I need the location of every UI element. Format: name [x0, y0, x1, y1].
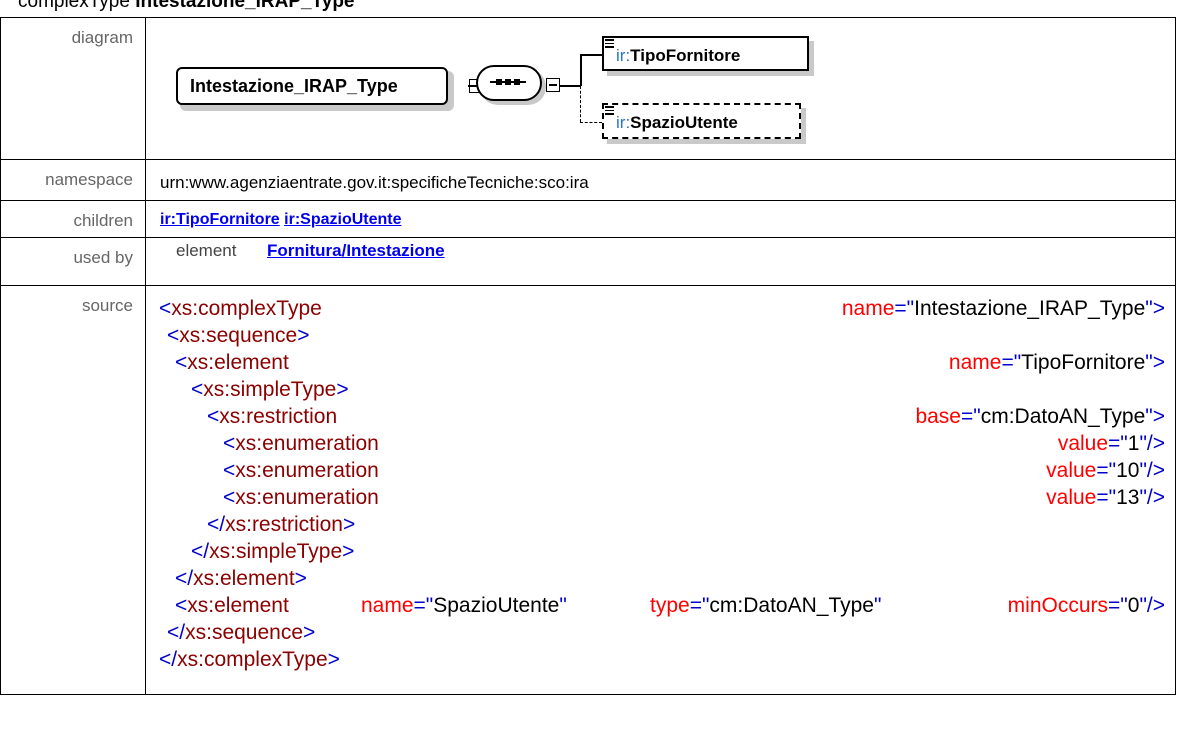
collapse-sequence-icon[interactable]	[546, 78, 560, 92]
source-line: <xs:element name="TipoFornitore">	[175, 351, 1165, 374]
source-line: </xs:element>	[175, 567, 307, 590]
source-line: <xs:enumeration value="13"/>	[223, 486, 1165, 509]
child-link-tipofornitore[interactable]: ir:TipoFornitore	[160, 211, 280, 228]
source-line: <xs:restriction base="cm:DatoAN_Type">	[207, 405, 1165, 428]
namespace-row: namespace urn:www.agenziaentrate.gov.it:…	[0, 159, 1176, 201]
element-content-icon	[605, 39, 614, 48]
sequence-compositor[interactable]	[476, 65, 546, 109]
element-content-icon	[605, 106, 614, 115]
connector-line	[560, 85, 580, 87]
source-row: source <xs:complexType name="Intestazion…	[0, 285, 1176, 695]
source-line: <xs:simpleType>	[191, 378, 349, 401]
source-line: <xs:complexType name="Intestazione_IRAP_…	[159, 297, 1165, 320]
source-code: <xs:complexType name="Intestazione_IRAP_…	[146, 286, 1175, 694]
diagram-cell: Intestazione_IRAP_Type ir:TipoFornitore …	[145, 17, 1176, 160]
sequence-icon	[490, 79, 526, 85]
used-by-link[interactable]: Fornitura/Intestazione	[267, 241, 445, 261]
children-row: children ir:TipoFornitore ir:SpazioUtent…	[0, 200, 1176, 238]
used-by-kind: element	[176, 241, 237, 260]
connector-line-optional	[580, 122, 602, 123]
diagram-label: diagram	[0, 17, 146, 160]
complex-type-name: Intestazione_IRAP_Type	[190, 76, 398, 96]
documentation-table: diagram Intestazione_IRAP_Type ir:TipoFo…	[0, 17, 1176, 695]
namespace-value: urn:www.agenziaentrate.gov.it:specifiche…	[160, 173, 589, 192]
connector-line	[580, 54, 582, 86]
namespace-label: namespace	[0, 159, 146, 201]
source-label: source	[0, 285, 146, 695]
child-link-spazioutente[interactable]: ir:SpazioUtente	[284, 211, 401, 228]
connector-line-optional	[580, 86, 581, 122]
page-title: complexType Intestazione_IRAP_Type	[18, 0, 355, 13]
source-line: </xs:sequence>	[167, 621, 316, 644]
used-by-label: used by	[0, 237, 146, 286]
diagram-row: diagram Intestazione_IRAP_Type ir:TipoFo…	[0, 17, 1176, 160]
source-line: <xs:element name="SpazioUtente" type="cm…	[175, 594, 1165, 617]
source-line: <xs:enumeration value="1"/>	[223, 432, 1165, 455]
element-box-tipofornitore[interactable]: ir:TipoFornitore	[602, 36, 814, 76]
element-box-spazioutente[interactable]: ir:SpazioUtente	[602, 103, 814, 144]
connector-line	[580, 54, 602, 56]
schema-diagram: Intestazione_IRAP_Type ir:TipoFornitore …	[146, 18, 1175, 159]
source-line: </xs:complexType>	[159, 648, 340, 671]
source-line: </xs:restriction>	[207, 513, 356, 536]
element-name-spazioutente: SpazioUtente	[630, 113, 738, 132]
page-title-name: Intestazione_IRAP_Type	[135, 0, 355, 12]
element-name-tipofornitore: TipoFornitore	[630, 46, 741, 65]
complex-type-box[interactable]: Intestazione_IRAP_Type	[176, 67, 483, 111]
used-by-row: used by element Fornitura/Intestazione	[0, 237, 1176, 286]
children-label: children	[0, 200, 146, 238]
source-line: <xs:enumeration value="10"/>	[223, 459, 1165, 482]
source-line: <xs:sequence>	[167, 324, 310, 347]
source-cell: <xs:complexType name="Intestazione_IRAP_…	[145, 285, 1176, 695]
page-title-kind: complexType	[18, 0, 136, 12]
source-line: </xs:simpleType>	[191, 540, 355, 563]
